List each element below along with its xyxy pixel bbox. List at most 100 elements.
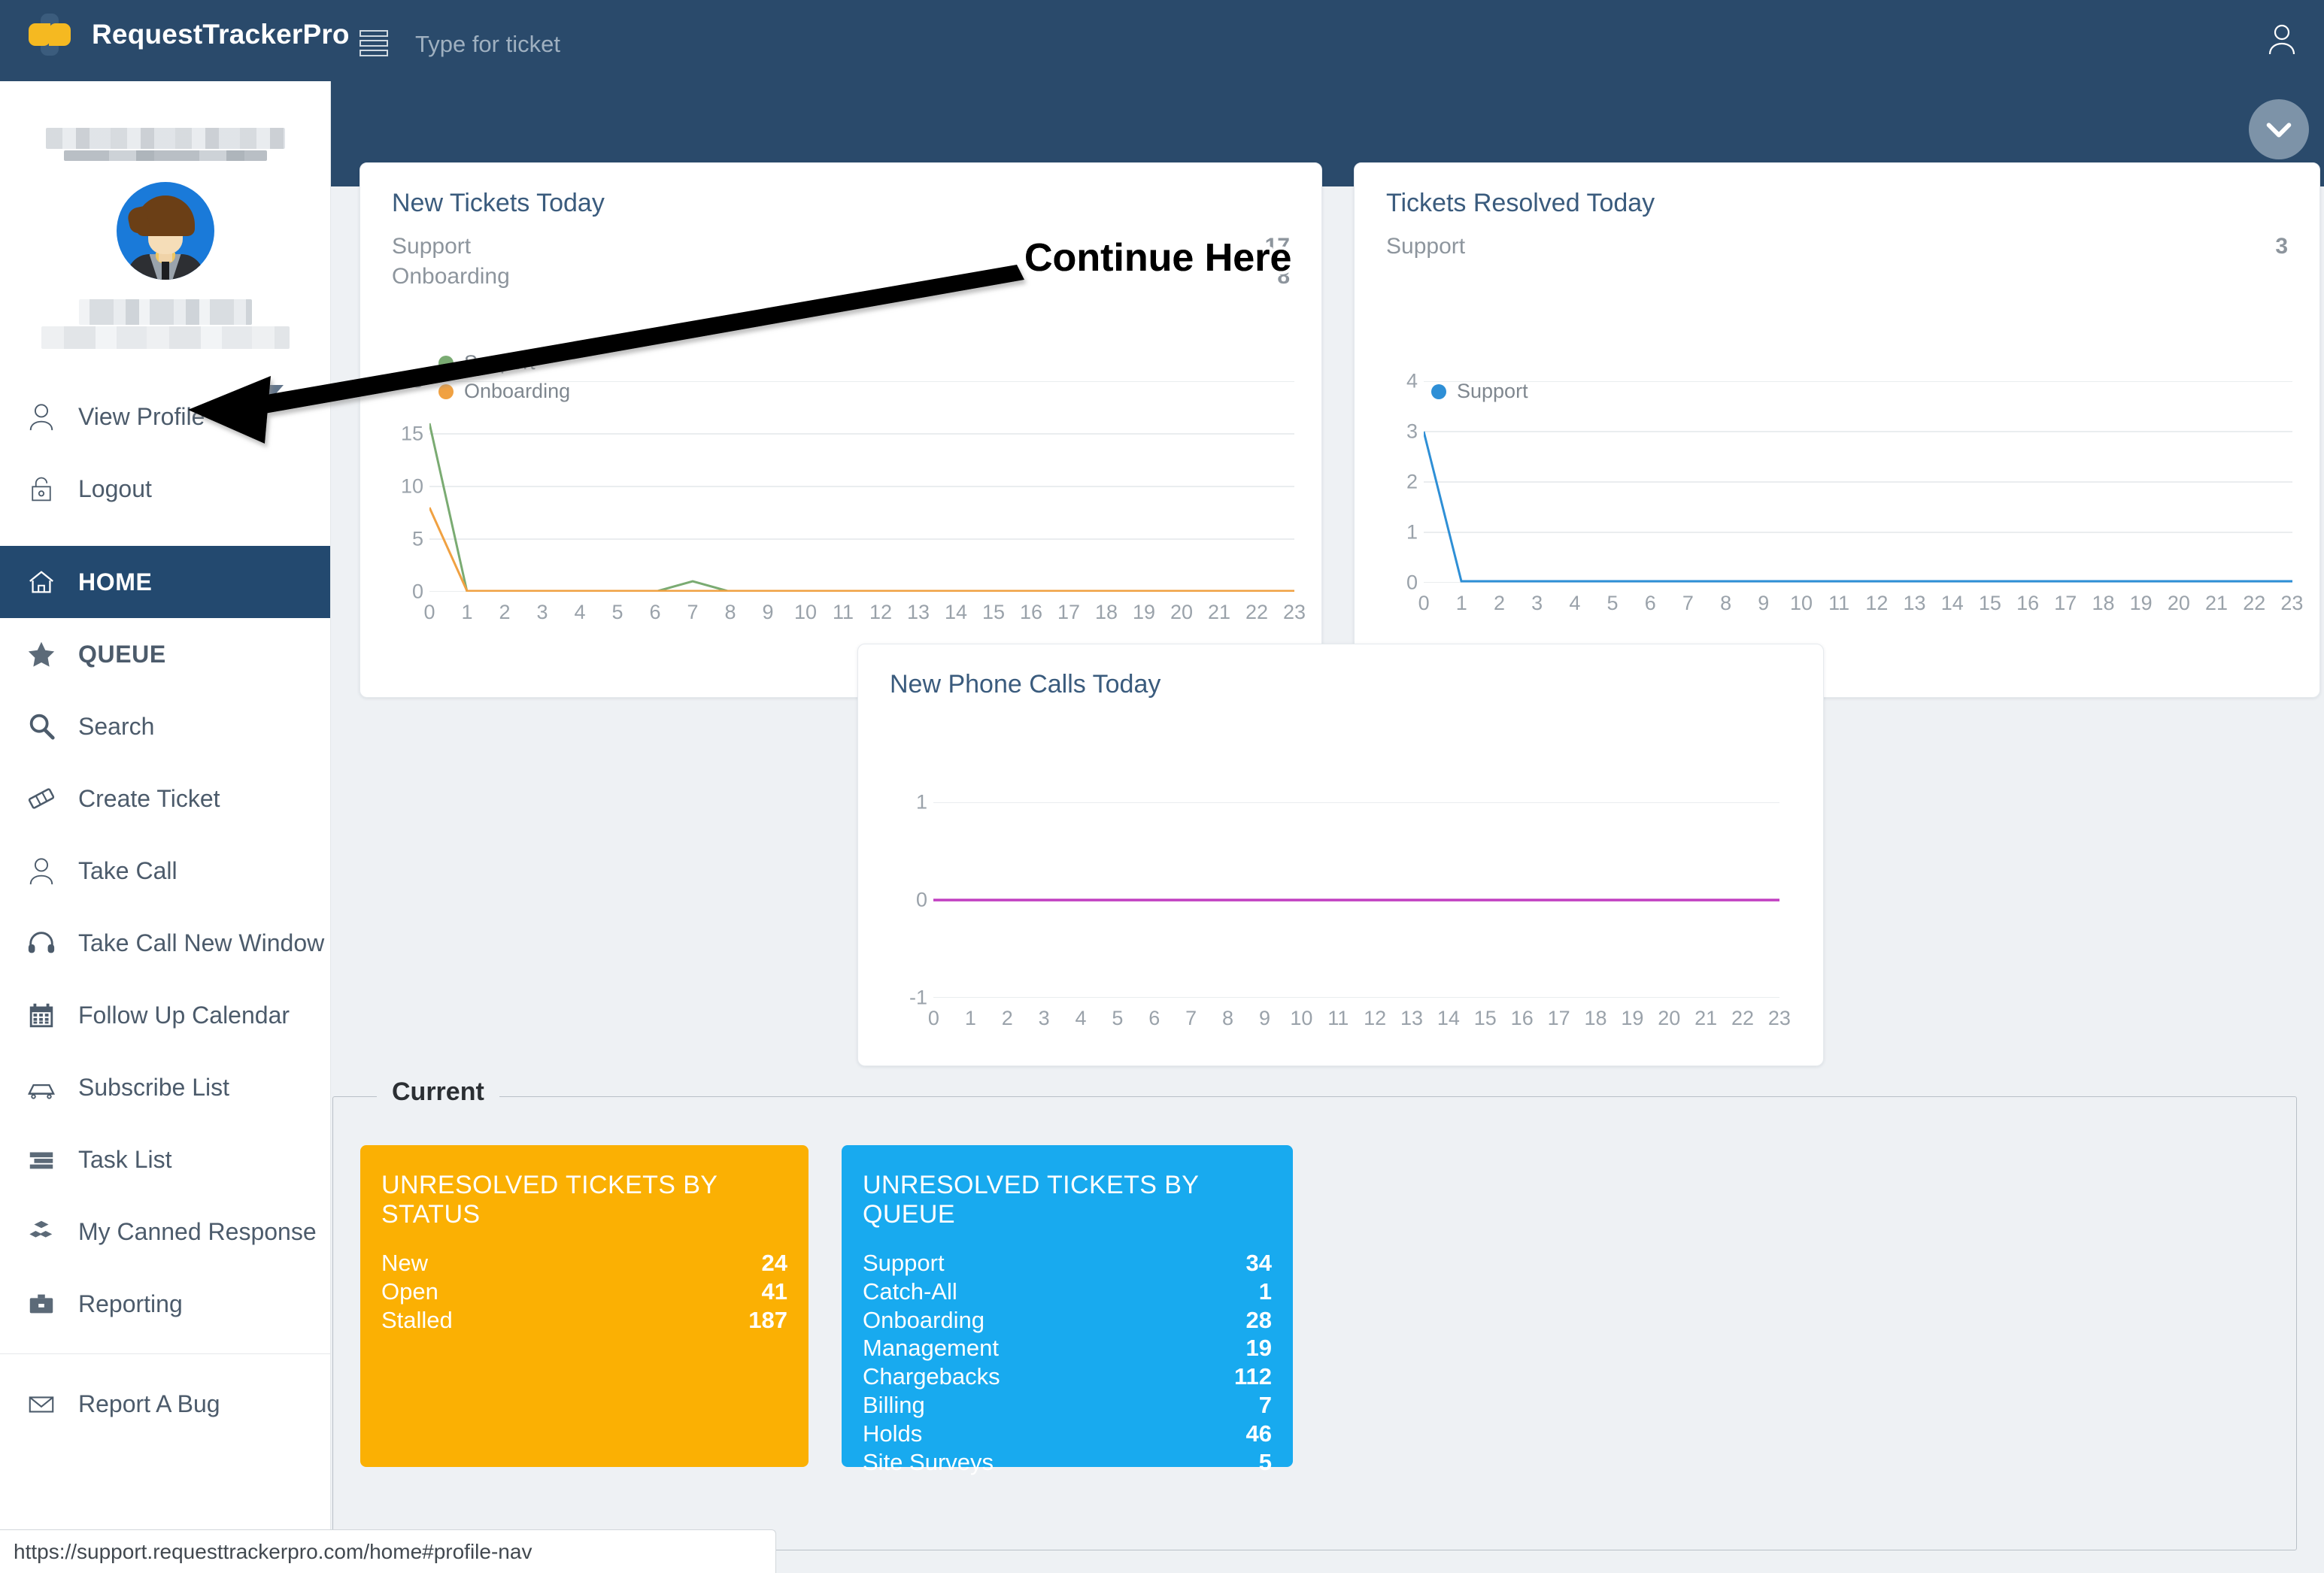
legend-entry-onboarding: Onboarding	[438, 380, 570, 403]
sidebar-item-search[interactable]: Search	[0, 690, 330, 762]
sidebar-item-reporting[interactable]: Reporting	[0, 1268, 330, 1340]
stat-value: 28	[1245, 1306, 1272, 1333]
sidebar-item-take-call[interactable]: Take Call	[0, 835, 330, 907]
y-tick: 0	[1406, 571, 1418, 594]
chart-summary: Support Onboarding 17 8	[360, 218, 1321, 291]
y-tick: 1	[915, 790, 927, 814]
stat-row[interactable]: Holds 46	[863, 1420, 1272, 1448]
unlocked-padlock-icon	[24, 474, 59, 503]
stat-row[interactable]: Stalled 187	[381, 1306, 787, 1335]
series-support-line	[428, 423, 1294, 593]
home-icon	[24, 567, 59, 597]
stat-label: Onboarding	[863, 1306, 985, 1333]
scroll-down-button[interactable]	[2249, 99, 2309, 159]
brand[interactable]: RequestTrackerPro	[29, 14, 350, 56]
chart-svg	[428, 380, 1294, 593]
legend-label: Support	[1457, 380, 1528, 402]
person-outline-icon	[24, 856, 59, 886]
stat-value: 7	[1258, 1392, 1272, 1419]
main-navigation: HOME QUEUE Search Create Ticket Take Cal…	[0, 546, 330, 1440]
chart-svg	[1422, 380, 2292, 583]
sidebar-item-follow-up-calendar[interactable]: Follow Up Calendar	[0, 979, 330, 1051]
sidebar: View Profile Logout HOME QUEUE Search Cr…	[0, 81, 331, 1573]
sidebar-item-logout[interactable]: Logout	[0, 453, 330, 525]
stat-row[interactable]: Site Surveys 5	[863, 1448, 1272, 1477]
legend-entry-support: Support	[438, 351, 535, 374]
sidebar-item-subscribe-list[interactable]: Subscribe List	[0, 1051, 330, 1123]
stat-value: 112	[1233, 1363, 1272, 1390]
card-unresolved-by-queue[interactable]: UNRESOLVED TICKETS BY QUEUE Support 34 C…	[842, 1145, 1293, 1475]
stat-row[interactable]: Management 19	[863, 1334, 1272, 1362]
y-tick: 20	[400, 369, 423, 392]
sidebar-item-report-a-bug[interactable]: Report A Bug	[0, 1368, 330, 1440]
stat-row[interactable]: Billing 7	[863, 1391, 1272, 1420]
stat-row[interactable]: Open 41	[381, 1277, 787, 1306]
boxes-icon	[24, 1217, 59, 1247]
stat-label: Holds	[863, 1420, 923, 1447]
x-axis: 01 23 45 67 89 10 11 12 13 14 15 16 17 18 19 …	[1418, 592, 2304, 614]
sidebar-item-task-list[interactable]: Task List	[0, 1123, 330, 1196]
redacted-user-detail	[41, 326, 290, 349]
stat-value: 19	[1245, 1335, 1272, 1362]
search-icon	[24, 711, 59, 741]
sidebar-item-home[interactable]: HOME	[0, 546, 330, 618]
status-bar-url: https://support.requesttrackerpro.com/ho…	[0, 1529, 776, 1573]
card-title: New Phone Calls Today	[890, 670, 1161, 699]
stat-row[interactable]: Catch-All 1	[863, 1277, 1272, 1306]
stat-label: Management	[863, 1335, 999, 1362]
sidebar-item-queue[interactable]: QUEUE	[0, 618, 330, 690]
sidebar-item-take-call-new-window[interactable]: Take Call New Window	[0, 907, 330, 979]
sidebar-item-label: Create Ticket	[78, 784, 220, 812]
sidebar-item-label: QUEUE	[78, 640, 166, 668]
x-axis: 01 23 45 67 89 10 11 12 13 14 15 16 17 18 19 …	[423, 601, 1306, 623]
card-new-phone-calls-today: New Phone Calls Today 1 0 -1 01 23 4 5 6…	[857, 644, 1824, 1066]
stat-row[interactable]: Chargebacks 112	[863, 1362, 1272, 1391]
sidebar-item-label: Follow Up Calendar	[78, 1001, 290, 1029]
y-tick: 0	[411, 580, 423, 603]
calendar-icon	[24, 1000, 59, 1030]
stat-value: 34	[1245, 1250, 1272, 1276]
y-tick: 4	[1406, 369, 1418, 392]
legend-swatch	[438, 355, 454, 371]
card-title: New Tickets Today	[392, 189, 605, 217]
stat-label: Chargebacks	[863, 1363, 1000, 1390]
chevron-down-icon	[2266, 123, 2292, 138]
y-tick: 1	[1406, 520, 1418, 544]
x-axis: 01 23 45 67 89 10 11 12 13 14 15 16 17 18 19 …	[927, 1007, 1791, 1029]
summary-value: 8	[1277, 263, 1290, 289]
summary-label: Support	[392, 234, 472, 259]
section-legend: Current	[377, 1077, 499, 1107]
sidebar-item-create-ticket[interactable]: Create Ticket	[0, 762, 330, 835]
stat-row[interactable]: Support 34	[863, 1249, 1272, 1277]
redacted-user-name	[78, 299, 252, 325]
legend-swatch	[438, 383, 454, 399]
star-icon	[24, 639, 59, 669]
summary-label: Support	[1386, 234, 1466, 259]
sidebar-divider	[0, 1353, 330, 1354]
stat-row[interactable]: Onboarding 28	[863, 1306, 1272, 1335]
chart-plot-tickets-resolved: 4 3 2 1 0 Support 0 1 2 3 4 5 6 7 8 9 10…	[1406, 370, 2303, 637]
brand-name: RequestTrackerPro	[92, 19, 350, 50]
stat-label: Stalled	[381, 1306, 453, 1333]
list-menu-icon[interactable]	[360, 30, 388, 59]
avatar[interactable]	[116, 182, 214, 280]
card-unresolved-by-status[interactable]: UNRESOLVED TICKETS BY STATUS New 24 Open…	[360, 1145, 809, 1467]
current-section: Current UNRESOLVED TICKETS BY STATUS New…	[332, 1077, 2297, 1550]
sidebar-item-label: Take Call New Window	[78, 929, 325, 956]
inbox-tray-icon	[24, 1072, 59, 1102]
chart-plot-phone-calls: 1 0 -1 01 23 45 67 89 10 11 12 13 14 15 …	[909, 791, 1791, 1030]
y-tick: -1	[909, 986, 927, 1009]
caret-down-icon[interactable]	[261, 385, 284, 398]
search-input[interactable]	[415, 28, 836, 61]
card-new-tickets-today: New Tickets Today Support Onboarding 17 …	[360, 162, 1322, 698]
sidebar-item-label: Reporting	[78, 1290, 183, 1317]
series-onboarding-line	[428, 507, 1294, 593]
sidebar-item-label: View Profile	[78, 402, 205, 430]
sidebar-item-label: Logout	[78, 474, 152, 502]
sidebar-item-my-canned-response[interactable]: My Canned Response	[0, 1196, 330, 1268]
stat-value: 1	[1258, 1277, 1272, 1305]
user-outline-icon[interactable]	[2264, 21, 2300, 57]
card-title: Tickets Resolved Today	[1386, 189, 1655, 217]
stat-row[interactable]: New 24	[381, 1249, 787, 1277]
sidebar-item-label: My Canned Response	[78, 1217, 317, 1245]
